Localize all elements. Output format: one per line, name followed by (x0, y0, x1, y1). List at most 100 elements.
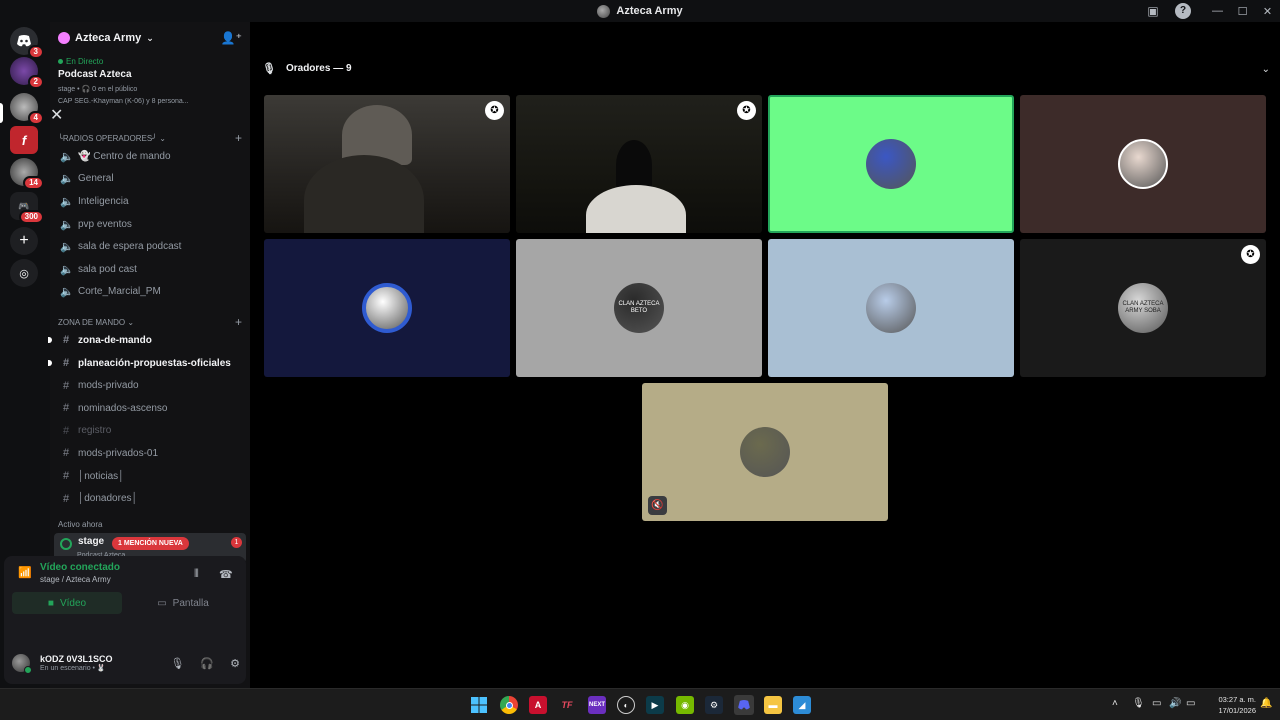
speaker-tile[interactable]: 🔇 (642, 383, 888, 521)
speaker-icon: 🔈 (60, 241, 74, 254)
moderator-badge-icon: ✪ (737, 101, 756, 120)
stage-name: stage (78, 535, 105, 547)
discord-taskbar-icon[interactable] (734, 695, 754, 715)
microphone-icon[interactable]: 🎙 (1132, 698, 1145, 709)
avatar[interactable] (12, 654, 32, 674)
server-folder-icon[interactable]: 🎮 300 (10, 192, 44, 224)
avatar-text: CLAN AZTECA ARMY SOBA (1122, 301, 1164, 314)
battery-icon[interactable]: ▭ (1186, 698, 1195, 709)
channel-planeacion-propuestas-oficiales[interactable]: # planeación-propuestas-oficiales (48, 352, 250, 375)
mention-badge[interactable]: 1 MENCIÓN NUEVA (112, 536, 189, 550)
channel-centro-de-mando[interactable]: 🔈 👻 Centro de mando (50, 145, 250, 168)
user-avatar (866, 139, 916, 189)
headphones-icon[interactable]: 🎧 (200, 657, 214, 670)
stage-main: 🎙 Oradores — 9 ⌄ ✪ ✪ CLAN AZTECA BETO CL… (250, 22, 1280, 688)
nvidia-icon[interactable]: ◉ (676, 696, 694, 714)
minimize-button[interactable]: — (1205, 5, 1230, 17)
signal-icon[interactable]: 📶 (18, 566, 32, 579)
channel-registro[interactable]: # registro (50, 420, 250, 443)
channel-inteligencia[interactable]: 🔈 Inteligencia (50, 190, 250, 213)
speaker-tile[interactable] (1020, 95, 1266, 233)
invite-people-icon[interactable]: 👤⁺ (221, 31, 242, 45)
speaker-icon: 🔈 (60, 150, 74, 163)
gear-icon[interactable]: ⚙ (230, 657, 240, 670)
guild-header[interactable]: Azteca Army ⌄ 👤⁺ (50, 22, 250, 54)
channel-mods-privados-01[interactable]: # mods-privados-01 (50, 442, 250, 465)
channel-mods-privado[interactable]: # mods-privado (50, 374, 250, 397)
speaker-tile[interactable] (264, 239, 510, 377)
app-icon[interactable]: ▶ (646, 696, 664, 714)
user-info[interactable]: kODZ 0V3L1SCO En un escenario • 🐰 (30, 654, 113, 672)
notification-icon[interactable]: 🔔 (1260, 698, 1272, 709)
channel-sala-pod-cast[interactable]: 🔈 sala pod cast (50, 258, 250, 281)
help-icon[interactable]: ? (1175, 3, 1191, 19)
channel-sala-de-espera-podcast[interactable]: 🔈 sala de espera podcast (50, 235, 250, 258)
add-channel-icon[interactable]: + (235, 315, 242, 329)
close-window-button[interactable]: ✕ (1255, 5, 1280, 18)
server-icon[interactable]: 14 (10, 158, 44, 190)
start-icon[interactable] (470, 696, 488, 714)
moderator-badge-icon: ✪ (1241, 245, 1260, 264)
channel-label: pvp eventos (78, 218, 132, 230)
discord-home-icon[interactable]: 3 (10, 27, 44, 59)
live-stage-card[interactable]: En Directo Podcast Azteca stage • 🎧 0 en… (50, 54, 250, 105)
server-icon[interactable]: 2 (10, 57, 44, 89)
chevron-down-icon[interactable]: ⌄ (1262, 64, 1270, 75)
app-icon[interactable]: ◢ (793, 696, 811, 714)
app-icon[interactable]: ◐ (617, 696, 635, 714)
close-icon[interactable]: ✕ (50, 107, 63, 124)
hash-icon: # (62, 334, 70, 347)
clock[interactable]: 03:27 a. m. 17/01/2026 (1200, 694, 1256, 716)
channel-label: mods-privados-01 (78, 447, 159, 459)
voice-status[interactable]: Vídeo conectado (18, 562, 120, 573)
app-icon[interactable]: TF (558, 696, 576, 714)
screen-share-button[interactable]: ▭ Pantalla (128, 592, 238, 614)
add-channel-icon[interactable]: + (235, 131, 242, 145)
channel-zona-de-mando[interactable]: # zona-de-mando (48, 329, 250, 352)
screen-share-icon: ▭ (157, 597, 167, 609)
discover-icon[interactable]: ◎ (10, 259, 38, 287)
hash-icon: # (62, 492, 70, 505)
avatar-text: CLAN AZTECA BETO (618, 301, 660, 314)
live-stage-meta: stage • 🎧 0 en el público (58, 86, 138, 93)
inbox-icon[interactable]: ▣ (1145, 3, 1161, 19)
chrome-icon[interactable] (500, 696, 518, 714)
network-icon[interactable]: ▭ (1152, 698, 1161, 709)
hash-icon: # (62, 424, 70, 437)
azteca-army-server-icon[interactable]: 4 (10, 93, 44, 125)
channel-label: nominados-ascenso (78, 402, 168, 414)
speaker-tile-speaking[interactable] (768, 95, 1014, 233)
category-header[interactable]: ╰RADIOS OPERADORES╯ ⌄ + (50, 131, 250, 145)
soundboard-icon[interactable]: ⦀ (194, 568, 199, 581)
speaker-tile[interactable]: ✪ (264, 95, 510, 233)
user-avatar: CLAN AZTECA BETO (614, 283, 664, 333)
channel-label: │donadores│ (78, 493, 138, 505)
category-header[interactable]: ZONA DE MANDO ⌄ + (50, 315, 250, 329)
microphone-icon[interactable]: 🎙 (170, 657, 184, 670)
channel-pvp-eventos[interactable]: 🔈 pvp eventos (50, 213, 250, 236)
username: kODZ 0V3L1SCO (40, 654, 113, 664)
channel-donadores[interactable]: # │donadores│ (50, 487, 250, 510)
app-icon[interactable]: NEXT (588, 696, 606, 714)
disconnect-icon[interactable]: ☎ (219, 568, 233, 581)
steam-icon[interactable]: ⚙ (705, 696, 723, 714)
chevron-up-icon[interactable]: ˄ (1112, 698, 1118, 709)
speaker-tile[interactable]: CLAN AZTECA ARMY SOBA ✪ (1020, 239, 1266, 377)
speaker-tile[interactable]: ✪ (516, 95, 762, 233)
video-button[interactable]: ■ Vídeo (12, 592, 122, 614)
file-explorer-icon[interactable]: ▬ (764, 696, 782, 714)
channel-corte-marcial[interactable]: 🔈 Corte_Marcial_PM (50, 281, 250, 304)
app-icon[interactable]: A (529, 696, 547, 714)
channel-noticias[interactable]: # │noticias│ (50, 465, 250, 488)
user-controls: 🎙 🎧 ⚙ (170, 657, 240, 670)
voice-location[interactable]: stage / Azteca Army (18, 575, 120, 584)
user-area: kODZ 0V3L1SCO En un escenario • 🐰 🎙 🎧 ⚙ (12, 648, 240, 678)
add-server-icon[interactable]: + (10, 227, 38, 255)
channel-nominados-ascenso[interactable]: # nominados-ascenso (50, 397, 250, 420)
speaker-tile[interactable]: CLAN AZTECA BETO (516, 239, 762, 377)
channel-general[interactable]: 🔈 General (50, 168, 250, 191)
volume-icon[interactable]: 🔊 (1169, 698, 1181, 709)
maximize-button[interactable]: ☐ (1230, 5, 1255, 18)
server-icon[interactable]: f (10, 126, 38, 154)
speaker-tile[interactable] (768, 239, 1014, 377)
